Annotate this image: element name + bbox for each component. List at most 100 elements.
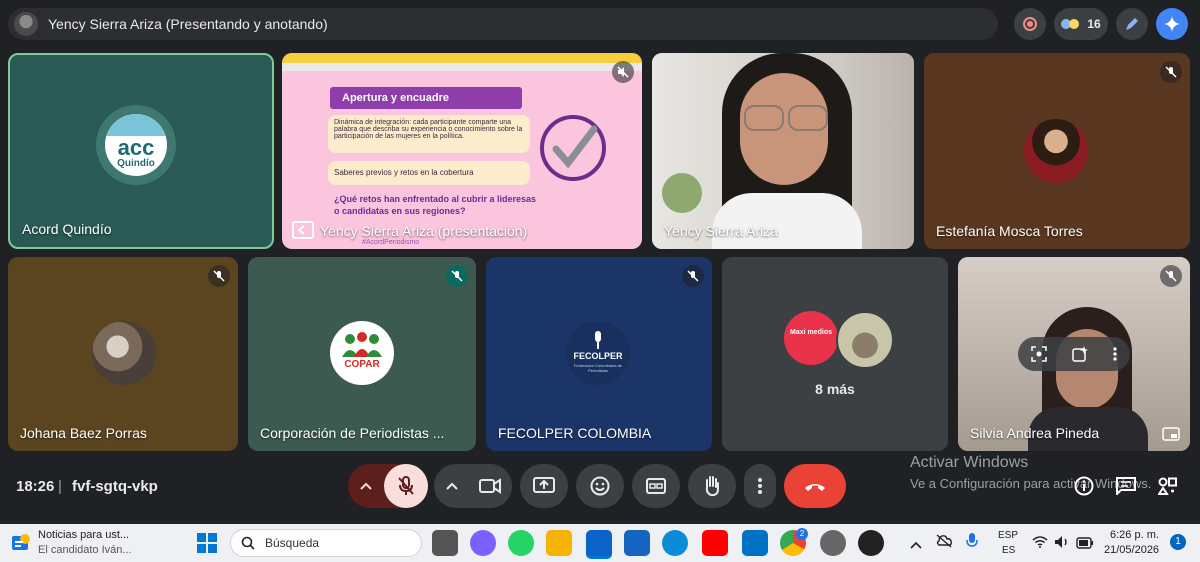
present-screen-icon — [533, 477, 555, 493]
chrome-badge: 2 — [796, 528, 808, 540]
mic-toggle-button[interactable] — [384, 464, 428, 508]
tile-corporacion[interactable]: COPAR Corporación de Periodistas ... — [248, 257, 476, 451]
camera-toggle-button[interactable] — [468, 464, 512, 508]
picture-in-picture-icon[interactable] — [1162, 427, 1180, 441]
present-button[interactable] — [520, 464, 568, 508]
more-count-label: 8 más — [815, 381, 855, 397]
more-vert-icon[interactable] — [1113, 346, 1117, 362]
remote-desktop-icon[interactable] — [586, 530, 612, 559]
microphone-tray-icon[interactable] — [966, 532, 978, 555]
fecolper-logo: FECOLPER Federación Colombiana de Period… — [566, 321, 630, 385]
tile-johana[interactable]: Johana Baez Porras — [8, 257, 238, 451]
tile-more-participants[interactable]: Maxi medios 8 más — [722, 257, 948, 451]
task-view-icon[interactable] — [432, 530, 458, 556]
maximedios-avatar: Maxi medios — [784, 311, 838, 365]
gemini-button[interactable] — [1156, 8, 1188, 40]
settings-gear-icon[interactable] — [820, 530, 846, 556]
recording-button[interactable] — [1014, 8, 1046, 40]
mic-off-icon — [213, 270, 225, 282]
framing-icon[interactable] — [1030, 346, 1047, 362]
language-top[interactable]: ESP — [998, 530, 1018, 541]
file-explorer-icon[interactable] — [546, 530, 572, 556]
wifi-icon[interactable] — [1032, 535, 1048, 553]
presenter-banner[interactable]: Yency Sierra Ariza (Presentando y anotan… — [8, 8, 998, 40]
tile-name: FECOLPER COLOMBIA — [498, 425, 652, 441]
muted-indicator — [682, 265, 704, 287]
microphone-icon — [595, 331, 601, 349]
teams-chat-icon[interactable] — [470, 530, 496, 556]
volume-icon[interactable] — [1054, 535, 1070, 554]
youtube-icon[interactable] — [702, 530, 728, 556]
tile-acord-quindio[interactable]: acc Quindío Acord Quindío — [8, 53, 274, 249]
mic-off-icon — [687, 270, 699, 282]
participant-count: 16 — [1087, 17, 1101, 31]
notification-badge[interactable]: 1 — [1170, 534, 1186, 550]
tile-silvia[interactable]: Silvia Andrea Pineda — [958, 257, 1190, 451]
more-vert-icon — [758, 478, 762, 494]
media-player-icon[interactable] — [858, 530, 884, 556]
chat-icon — [1116, 477, 1136, 495]
battery-icon[interactable] — [1076, 536, 1094, 554]
reactions-button[interactable] — [576, 464, 624, 508]
hang-up-icon — [805, 484, 825, 491]
johana-avatar — [92, 321, 156, 385]
closed-captions-icon — [646, 478, 666, 494]
participants-button[interactable]: 16 — [1054, 8, 1108, 40]
camera-options-button[interactable] — [434, 464, 470, 508]
muted-indicator — [1160, 265, 1182, 287]
start-button[interactable] — [196, 532, 218, 559]
slide-heading: Apertura y encuadre — [330, 87, 522, 109]
news-title[interactable]: Noticias para ust... — [38, 529, 129, 541]
annotate-button[interactable] — [1116, 8, 1148, 40]
tile-name: Corporación de Periodistas ... — [260, 425, 445, 441]
mic-off-icon — [1165, 66, 1177, 78]
presenter-avatar — [14, 12, 38, 36]
cloud-off-icon[interactable] — [936, 534, 952, 553]
slide-box-integration: Dinámica de integración: cada participan… — [328, 115, 530, 153]
captions-button[interactable] — [632, 464, 680, 508]
mail-icon[interactable] — [742, 530, 768, 556]
mic-options-button[interactable] — [348, 464, 384, 508]
activities-button[interactable] — [1152, 470, 1184, 502]
tile-hover-controls — [1018, 337, 1130, 371]
presenter-label: Yency Sierra Ariza (Presentando y anotan… — [48, 16, 328, 32]
emoji-icon — [590, 476, 610, 496]
estefania-avatar — [1024, 119, 1088, 183]
tile-estefania[interactable]: Estefanía Mosca Torres — [924, 53, 1190, 249]
participant-avatar — [836, 311, 894, 369]
clock-time[interactable]: 6:26 p. m. — [1110, 529, 1159, 541]
chat-button[interactable] — [1110, 470, 1142, 502]
clock-date: 21/05/2026 — [1104, 544, 1160, 556]
tile-yency-camera[interactable]: Yency Sierra Ariza — [652, 53, 914, 249]
hand-icon — [705, 476, 719, 496]
taskbar-search-box[interactable]: Búsqueda — [230, 529, 422, 557]
speaker-off-icon — [617, 66, 629, 78]
tile-fecolper[interactable]: FECOLPER Federación Colombiana de Period… — [486, 257, 712, 451]
people-icon — [1061, 17, 1081, 31]
mic-off-icon — [1165, 270, 1177, 282]
muted-indicator — [208, 265, 230, 287]
meeting-details-button[interactable] — [1068, 470, 1100, 502]
weather-news-icon[interactable] — [10, 532, 32, 554]
person-shirt — [712, 193, 862, 249]
search-icon — [241, 536, 255, 550]
shapes-icon — [1158, 477, 1177, 495]
tray-overflow-chevron-icon[interactable] — [910, 536, 922, 554]
acord-logo: acc Quindío — [105, 114, 167, 176]
windows-logo-icon — [197, 533, 217, 553]
copar-logo: COPAR — [330, 321, 394, 385]
check-circle-icon — [540, 115, 606, 181]
raise-hand-button[interactable] — [688, 464, 736, 508]
leave-call-button[interactable] — [784, 464, 846, 508]
microsoft-store-icon[interactable] — [624, 530, 650, 556]
muted-indicator — [1160, 61, 1182, 83]
slide-hashtag: #AcordPeriodismo — [362, 239, 420, 246]
edge-icon[interactable] — [662, 530, 688, 556]
copar-people-icon — [342, 332, 382, 357]
whatsapp-icon[interactable] — [508, 530, 534, 556]
tile-presentation[interactable]: Apertura y encuadre Dinámica de integrac… — [282, 53, 642, 249]
pin-effects-icon[interactable] — [1072, 346, 1088, 362]
more-options-button[interactable] — [744, 464, 776, 508]
present-screen-icon — [292, 221, 314, 239]
video-camera-icon — [479, 478, 501, 494]
